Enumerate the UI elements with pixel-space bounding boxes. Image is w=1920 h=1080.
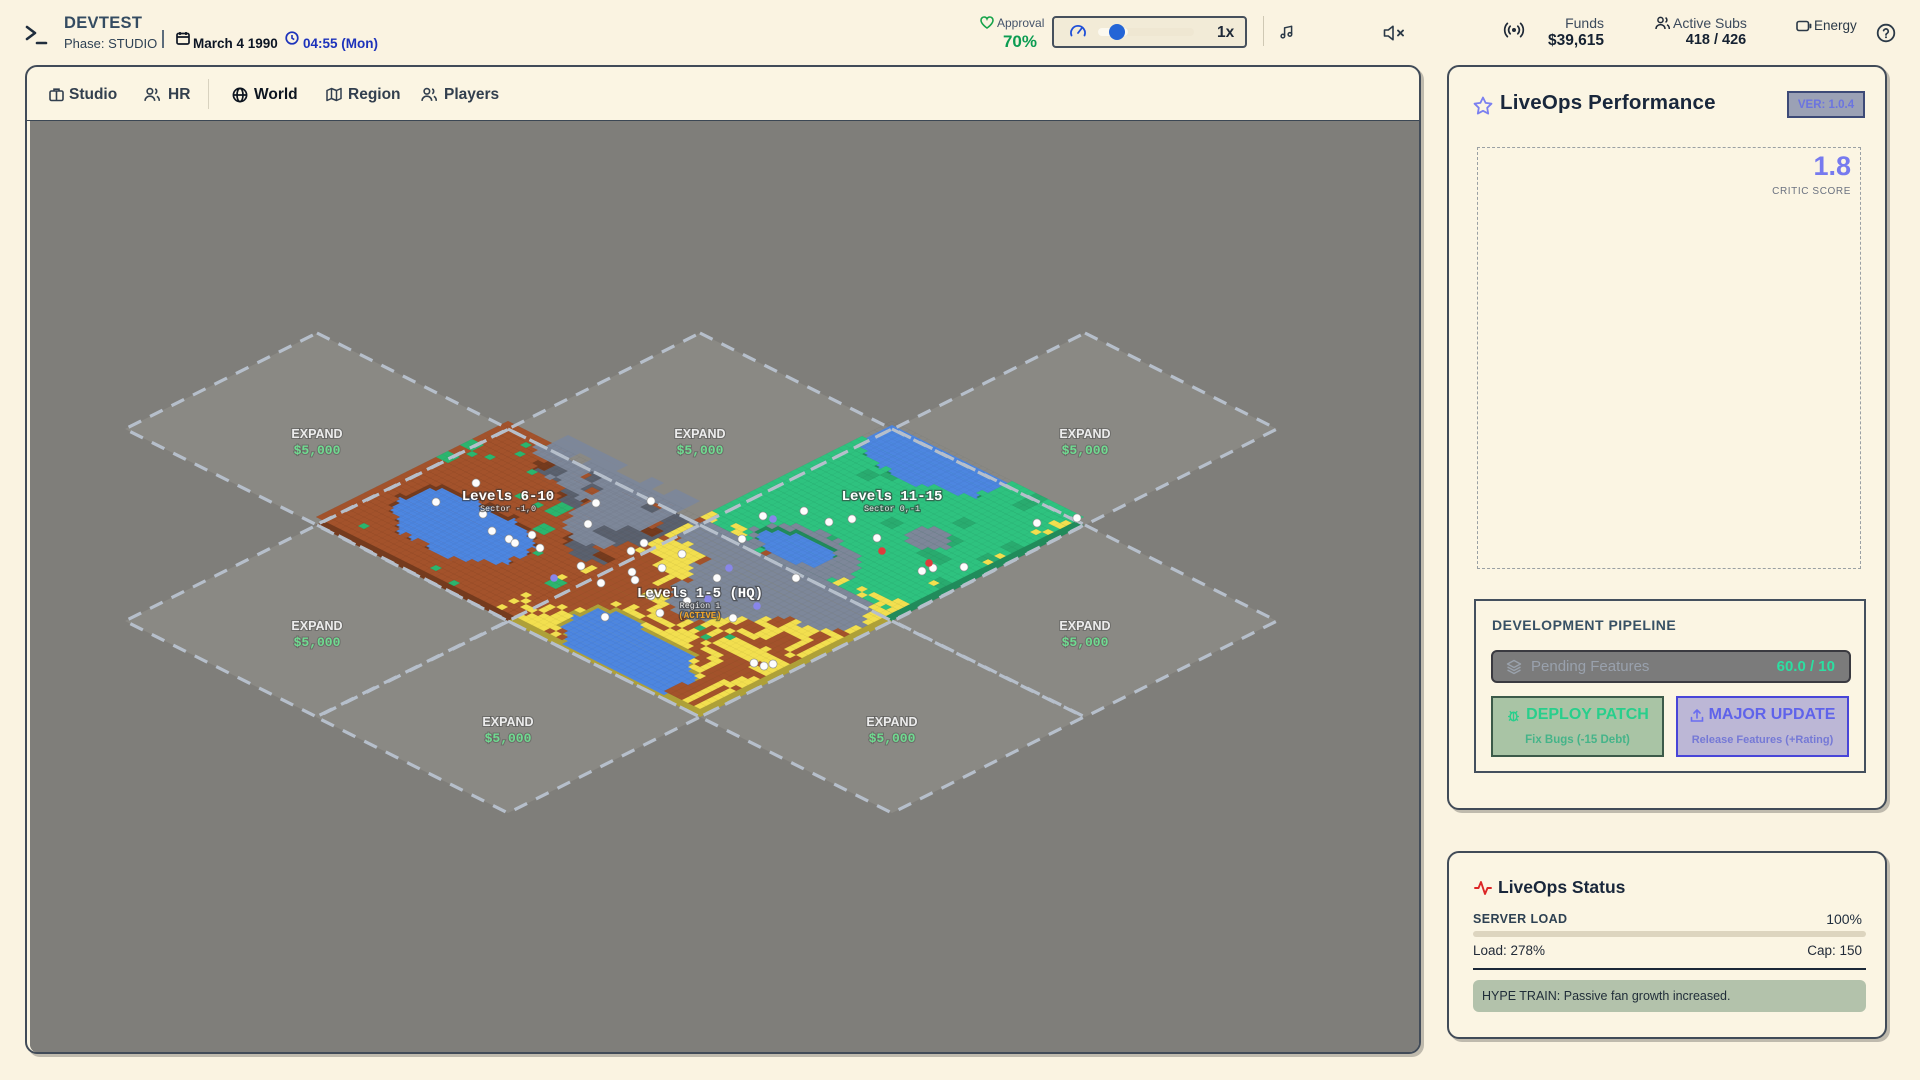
svg-text:$5,000: $5,000 bbox=[677, 443, 724, 458]
svg-text:$5,000: $5,000 bbox=[1062, 635, 1109, 650]
svg-text:EXPAND: EXPAND bbox=[1059, 427, 1110, 441]
svg-text:EXPAND: EXPAND bbox=[1059, 619, 1110, 633]
svg-text:EXPAND: EXPAND bbox=[866, 715, 917, 729]
svg-text:Levels 11-15: Levels 11-15 bbox=[842, 489, 943, 505]
svg-text:Region 1: Region 1 bbox=[680, 601, 721, 611]
svg-text:EXPAND: EXPAND bbox=[291, 427, 342, 441]
svg-text:$5,000: $5,000 bbox=[485, 731, 532, 746]
svg-text:(ACTIVE): (ACTIVE) bbox=[678, 611, 721, 621]
svg-text:$5,000: $5,000 bbox=[1062, 443, 1109, 458]
svg-text:Levels 6-10: Levels 6-10 bbox=[462, 489, 554, 505]
svg-text:$5,000: $5,000 bbox=[294, 443, 341, 458]
svg-text:EXPAND: EXPAND bbox=[674, 427, 725, 441]
svg-text:EXPAND: EXPAND bbox=[291, 619, 342, 633]
svg-text:Levels 1-5 (HQ): Levels 1-5 (HQ) bbox=[637, 586, 763, 602]
svg-text:$5,000: $5,000 bbox=[869, 731, 916, 746]
svg-text:$5,000: $5,000 bbox=[294, 635, 341, 650]
svg-text:Sector 0,-1: Sector 0,-1 bbox=[864, 504, 920, 514]
svg-text:EXPAND: EXPAND bbox=[482, 715, 533, 729]
svg-text:Sector -1,0: Sector -1,0 bbox=[480, 504, 536, 514]
